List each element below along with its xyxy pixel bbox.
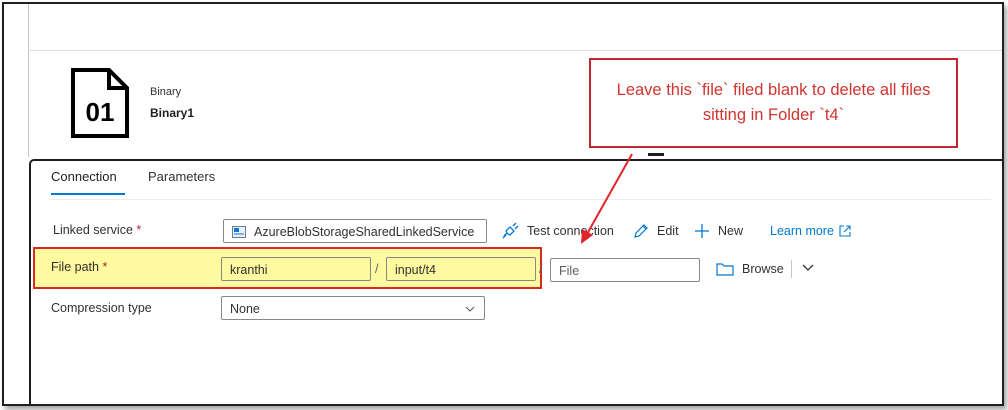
linked-service-value: AzureBlobStorageSharedLinkedService [254,225,475,239]
annotation-text: Leave this `file` filed blank to delete … [616,81,931,124]
folder-icon [716,263,734,276]
chevron-down-icon[interactable] [802,264,814,272]
binary-file-icon: 01 [71,68,129,138]
directory-input[interactable]: input/t4 [386,257,536,281]
new-label: New [718,224,744,238]
tab-parameters[interactable]: Parameters [148,169,215,184]
file-name-placeholder: File [559,264,580,278]
compression-type-label: Compression type [51,301,152,315]
file-path-label: File path * [51,260,107,274]
dataset-name: Binary1 [150,106,195,120]
top-toolbar-strip [28,4,1002,51]
browse-divider [791,260,792,278]
dataset-type-label: Binary [150,86,182,98]
linked-service-label-text: Linked service [53,223,133,237]
plus-icon [695,224,709,238]
required-mark: * [136,223,142,237]
external-link-icon [839,225,851,237]
required-mark: * [102,260,108,274]
annotation-callout: Leave this `file` filed blank to delete … [589,58,958,148]
pencil-icon [634,224,648,238]
tabs-divider [51,199,991,200]
file-path-label-text: File path [51,260,99,274]
path-separator: / [539,262,543,276]
linked-service-select[interactable]: AzureBlobStorageSharedLinkedService [223,219,487,243]
browse-label: Browse [742,262,784,276]
learn-more-label: Learn more [770,224,834,238]
edit-button[interactable]: Edit [633,223,679,239]
file-name-input[interactable]: File [550,258,700,282]
new-button[interactable]: New [694,223,743,239]
active-tab-indicator [51,193,125,195]
chevron-down-icon [465,306,475,312]
panel-resize-handle[interactable] [648,153,664,156]
test-connection-label: Test connection [527,224,614,238]
container-input[interactable]: kranthi [221,257,371,281]
test-connection-button[interactable]: Test connection [501,223,614,239]
tab-connection[interactable]: Connection [51,169,117,184]
storage-account-icon [232,226,246,238]
edit-label: Edit [657,224,679,238]
browse-button[interactable]: Browse [716,262,784,276]
compression-type-select[interactable]: None [221,296,485,320]
binary-icon-text: 01 [86,97,115,127]
dataset-editor-window: 01 Binary Binary1 Connection Parameters … [2,2,1004,406]
path-separator: / [375,262,379,276]
container-value: kranthi [230,263,268,277]
linked-service-label: Linked service * [53,223,141,237]
plug-icon [502,223,519,239]
compression-type-value: None [230,302,260,316]
learn-more-link[interactable]: Learn more [770,224,859,238]
directory-value: input/t4 [395,263,437,277]
